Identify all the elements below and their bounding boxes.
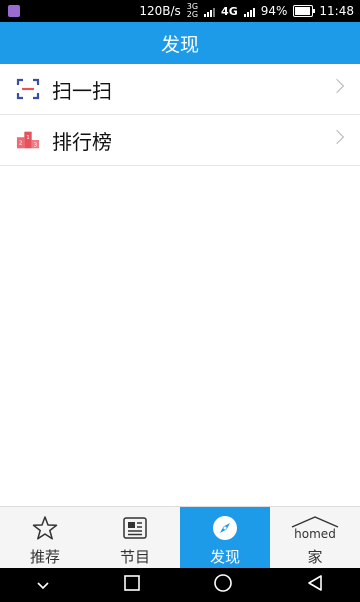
- signal-icon-2: [243, 5, 255, 17]
- chevron-right-icon: [329, 78, 345, 94]
- bottom-tab-bar: 推荐 节目 发现 homed 家: [0, 506, 360, 569]
- network-speed: 120B/s: [139, 4, 181, 18]
- back-button[interactable]: [306, 574, 324, 596]
- homed-logo-text: homed: [294, 527, 336, 541]
- page-title: 发现: [160, 33, 199, 56]
- scan-icon: [16, 77, 40, 101]
- list-item-ranking[interactable]: 1 2 3 排行榜: [0, 115, 360, 166]
- battery-percent: 94%: [260, 4, 288, 18]
- network-type: 4G: [221, 4, 238, 18]
- list-item-label: 排行榜: [52, 129, 112, 154]
- discover-list: 扫一扫 1 2 3 排行榜: [0, 64, 360, 166]
- tab-discover[interactable]: 发现: [180, 507, 270, 569]
- home-button[interactable]: [213, 573, 233, 597]
- title-bar: 发现: [0, 22, 360, 64]
- list-item-label: 扫一扫: [52, 78, 112, 103]
- chevron-right-icon: [329, 129, 345, 145]
- tab-recommend[interactable]: 推荐: [0, 507, 90, 569]
- compass-icon: [211, 514, 239, 542]
- recent-apps-button[interactable]: [123, 574, 141, 596]
- newspaper-icon: [122, 514, 148, 542]
- tab-programs[interactable]: 节目: [90, 507, 180, 569]
- list-item-scan[interactable]: 扫一扫: [0, 64, 360, 115]
- tab-label: 家: [307, 548, 323, 566]
- svg-text:1: 1: [26, 135, 30, 141]
- podium-icon: 1 2 3: [16, 128, 40, 152]
- status-bar: 120B/s 3G 2G 4G 94% 11:48: [0, 0, 360, 22]
- system-nav-bar: [0, 568, 360, 602]
- dual-sim-label: 3G 2G: [186, 2, 199, 19]
- svg-text:3: 3: [34, 142, 38, 148]
- tab-home[interactable]: homed 家: [270, 507, 360, 569]
- tab-label: 推荐: [29, 548, 60, 566]
- chevron-down-icon[interactable]: [36, 576, 50, 595]
- signal-icon: [204, 5, 216, 17]
- tab-label: 节目: [119, 548, 150, 566]
- clock: 11:48: [319, 4, 354, 18]
- tab-label: 发现: [209, 548, 240, 566]
- battery-icon: [293, 5, 316, 17]
- notification-app-icon: [8, 5, 20, 17]
- homed-logo-icon: homed: [290, 514, 340, 542]
- star-icon: [32, 514, 58, 542]
- svg-text:2: 2: [19, 141, 23, 147]
